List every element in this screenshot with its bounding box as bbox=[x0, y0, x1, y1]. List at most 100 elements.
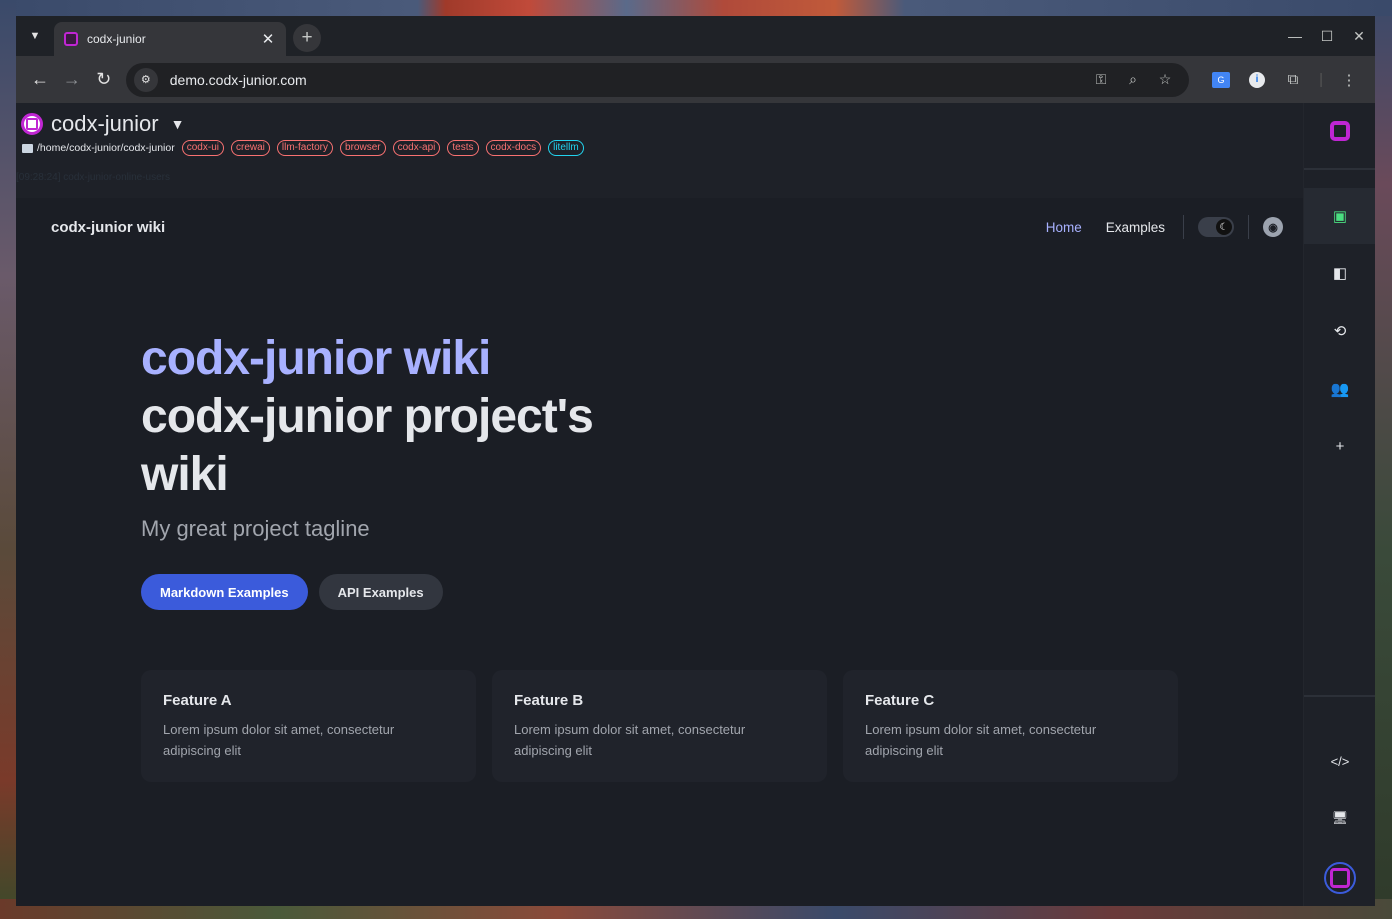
project-tag[interactable]: codx-api bbox=[392, 140, 441, 156]
site-info-icon[interactable]: ⚙ bbox=[133, 67, 158, 92]
book-plus-icon: ▣ bbox=[1332, 208, 1348, 225]
monitor-icon: 🖥 bbox=[1331, 810, 1349, 825]
codx-logo-icon[interactable] bbox=[1330, 121, 1350, 141]
reload-button[interactable]: ↻ bbox=[88, 64, 120, 96]
sidebar-item-monitor[interactable]: 🖥 bbox=[1304, 790, 1375, 846]
minimize-button[interactable]: — bbox=[1279, 16, 1311, 56]
bookmark-star-icon[interactable]: ☆ bbox=[1149, 71, 1181, 88]
project-tag[interactable]: codx-docs bbox=[485, 140, 542, 156]
arrow-right-icon: → bbox=[62, 69, 81, 89]
project-tag[interactable]: tests bbox=[447, 140, 479, 156]
nav-divider bbox=[1248, 215, 1249, 239]
feature-card: Feature C Lorem ipsum dolor sit amet, co… bbox=[843, 670, 1178, 782]
avatar[interactable] bbox=[1324, 862, 1356, 894]
feature-card: Feature A Lorem ipsum dolor sit amet, co… bbox=[141, 670, 476, 782]
tab-strip: ▼ codx-junior ✕ + — ☐ ✕ bbox=[16, 16, 1375, 56]
tab-close-icon[interactable]: ✕ bbox=[260, 30, 276, 48]
project-path-row: /home/codx-junior/codx-junior codx-ui cre… bbox=[22, 140, 584, 156]
feature-title: Feature A bbox=[163, 692, 232, 709]
plus-icon: + bbox=[1335, 437, 1345, 455]
hero-tagline: My great project tagline bbox=[141, 516, 370, 541]
project-tag[interactable]: llm-factory bbox=[276, 140, 334, 156]
sidebar-item-book-plus[interactable]: ▣ bbox=[1304, 188, 1375, 244]
hero-actions: Markdown Examples API Examples bbox=[141, 574, 661, 610]
project-path: /home/codx-junior/codx-junior bbox=[37, 142, 175, 154]
nav-link-examples[interactable]: Examples bbox=[1106, 220, 1165, 235]
maximize-button[interactable]: ☐ bbox=[1311, 16, 1343, 56]
browser-toolbar: ← → ↻ ⚙ demo.codx-junior.com ⚿ ⌕ ☆ G i ⧉… bbox=[16, 56, 1375, 103]
sidebar-divider bbox=[1304, 168, 1375, 170]
info-icon: i bbox=[1249, 71, 1266, 88]
wiki-nav-links: Home Examples ☾ ◉ bbox=[1046, 198, 1283, 256]
address-bar[interactable]: ⚙ demo.codx-junior.com ⚿ ⌕ ☆ bbox=[125, 62, 1190, 97]
feature-details: Lorem ipsum dolor sit amet, consectetur … bbox=[865, 722, 1097, 758]
puzzle-icon: ⧉ bbox=[1287, 71, 1299, 88]
folder-icon bbox=[22, 143, 33, 153]
key-icon[interactable]: ⚿ bbox=[1085, 71, 1117, 88]
hero-section: codx-junior wiki codx-junior project's w… bbox=[141, 330, 661, 610]
project-selector[interactable]: codx-junior ▼ bbox=[21, 111, 184, 137]
translate-extension-button[interactable]: G bbox=[1203, 64, 1239, 96]
zoom-icon[interactable]: ⌕ bbox=[1117, 71, 1149, 88]
new-tab-button[interactable]: + bbox=[293, 24, 321, 52]
forward-button[interactable]: → bbox=[56, 64, 88, 96]
sidebar-divider bbox=[1304, 695, 1375, 697]
page-content: codx-junior ▼ /home/codx-junior/codx-jun… bbox=[16, 103, 1375, 906]
project-logo-icon bbox=[21, 113, 43, 135]
hero-text: codx-junior project's wiki bbox=[141, 390, 594, 501]
feature-title: Feature B bbox=[514, 692, 584, 709]
project-tag[interactable]: crewai bbox=[230, 140, 270, 156]
extensions-button[interactable]: ⧉ bbox=[1275, 64, 1311, 96]
browser-window: ▼ codx-junior ✕ + — ☐ ✕ ← → ↻ ⚙ demo.cod… bbox=[16, 16, 1375, 906]
api-examples-button[interactable]: API Examples bbox=[318, 574, 443, 610]
translate-icon: G bbox=[1212, 71, 1231, 88]
sidebar-item-board[interactable]: ◧ bbox=[1304, 245, 1375, 301]
close-window-button[interactable]: ✕ bbox=[1343, 16, 1375, 56]
theme-toggle[interactable]: ☾ bbox=[1198, 217, 1234, 237]
code-icon: </> bbox=[1330, 753, 1350, 769]
toolbar-divider: | bbox=[1319, 71, 1323, 88]
board-icon: ◧ bbox=[1332, 265, 1348, 282]
kebab-menu-icon: ⋮ bbox=[1341, 71, 1357, 89]
sidebar-item-plus[interactable]: + bbox=[1304, 418, 1375, 474]
window-controls: — ☐ ✕ bbox=[1279, 16, 1375, 56]
chevron-down-icon: ▼ bbox=[29, 30, 41, 42]
url-text[interactable]: demo.codx-junior.com bbox=[170, 72, 1085, 88]
app-header: codx-junior ▼ /home/codx-junior/codx-jun… bbox=[16, 103, 1303, 198]
nav-link-home[interactable]: Home bbox=[1046, 220, 1082, 235]
nav-divider bbox=[1183, 215, 1184, 239]
wiki-site-title[interactable]: codx-junior wiki bbox=[51, 219, 165, 236]
tab-search-button[interactable]: ▼ bbox=[16, 16, 54, 56]
project-name[interactable]: codx-junior bbox=[51, 111, 159, 137]
project-tag[interactable]: codx-ui bbox=[181, 140, 224, 156]
github-icon[interactable]: ◉ bbox=[1263, 217, 1283, 237]
moon-icon: ☾ bbox=[1216, 219, 1232, 235]
feature-title: Feature C bbox=[865, 692, 935, 709]
right-sidebar: ▣ ◧ ⟲ 👥 + </> 🖥 bbox=[1303, 103, 1375, 906]
sync-icon: ⟲ bbox=[1333, 323, 1347, 340]
feature-card: Feature B Lorem ipsum dolor sit amet, co… bbox=[492, 670, 827, 782]
hero-name: codx-junior wiki bbox=[141, 332, 491, 385]
feature-details: Lorem ipsum dolor sit amet, consectetur … bbox=[514, 722, 746, 758]
reload-icon: ↻ bbox=[96, 69, 112, 89]
tab-title: codx-junior bbox=[87, 32, 146, 46]
sidebar-item-users[interactable]: 👥 bbox=[1304, 361, 1375, 417]
account-extension-button[interactable]: i bbox=[1239, 64, 1275, 96]
project-tag[interactable]: litellm bbox=[548, 140, 584, 156]
users-icon: 👥 bbox=[1330, 381, 1350, 398]
project-tag[interactable]: browser bbox=[340, 140, 386, 156]
menu-button[interactable]: ⋮ bbox=[1331, 64, 1367, 96]
sidebar-item-code[interactable]: </> bbox=[1304, 733, 1375, 789]
features-section: Feature A Lorem ipsum dolor sit amet, co… bbox=[141, 670, 1178, 782]
extensions-area: G i ⧉ | ⋮ bbox=[1203, 64, 1367, 96]
back-button[interactable]: ← bbox=[24, 64, 56, 96]
wiki-navbar: codx-junior wiki Home Examples ☾ ◉ bbox=[16, 198, 1303, 256]
arrow-left-icon: ← bbox=[30, 69, 49, 89]
markdown-examples-button[interactable]: Markdown Examples bbox=[141, 574, 308, 610]
sidebar-item-sync[interactable]: ⟲ bbox=[1304, 303, 1375, 359]
caret-down-icon[interactable]: ▼ bbox=[171, 116, 185, 132]
browser-tab[interactable]: codx-junior ✕ bbox=[54, 22, 286, 56]
feature-details: Lorem ipsum dolor sit amet, consectetur … bbox=[163, 722, 395, 758]
favicon-icon bbox=[64, 32, 78, 46]
wiki-frame: codx-junior wiki Home Examples ☾ ◉ codx-… bbox=[16, 198, 1303, 906]
